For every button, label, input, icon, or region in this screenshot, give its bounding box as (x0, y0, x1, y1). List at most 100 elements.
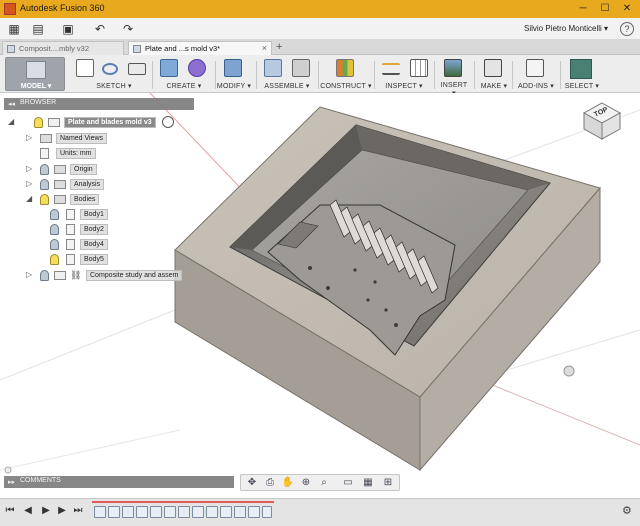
timeline-feature-combine-icon[interactable] (220, 506, 232, 518)
tree-root[interactable]: ◢ Plate and blades mold v3 (8, 116, 188, 129)
data-panel-grid-icon[interactable]: ▦ (6, 21, 22, 37)
collapse-panel-icon[interactable]: ◂◂ (8, 100, 15, 108)
timeline-feature-extrude-icon[interactable] (150, 506, 162, 518)
rectangle-icon[interactable] (128, 63, 146, 75)
minimize-button[interactable]: ─ (576, 2, 590, 15)
visibility-bulb-icon[interactable] (40, 270, 49, 281)
create-sketch-icon[interactable] (76, 59, 94, 77)
timeline-feature-extrude-icon[interactable] (108, 506, 120, 518)
assemble-menu[interactable]: ASSEMBLE ▾ (262, 82, 312, 90)
select-cursor-icon[interactable] (570, 59, 592, 79)
visibility-bulb-icon[interactable] (50, 239, 59, 250)
tree-item-body5[interactable]: Body5 (50, 253, 180, 266)
browser-panel-header[interactable]: ◂◂ BROWSER (4, 98, 194, 110)
tree-item-origin[interactable]: ▷ Origin (26, 163, 186, 176)
timeline-marker[interactable] (92, 501, 274, 503)
expand-arrow-icon[interactable]: ▷ (26, 270, 32, 279)
construct-menu[interactable]: CONSTRUCT ▾ (320, 82, 372, 90)
viewcube[interactable]: TOP (582, 101, 622, 141)
extrude-icon[interactable] (160, 59, 178, 77)
spline-icon[interactable] (102, 63, 118, 75)
timeline-feature-combine-icon[interactable] (178, 506, 190, 518)
user-account-menu[interactable]: Silvio Pietro Monticelli ▾ (524, 24, 608, 33)
play-icon[interactable]: ▶ (40, 504, 52, 518)
create-menu[interactable]: CREATE ▾ (160, 82, 208, 90)
timeline-feature-extrude-icon[interactable] (122, 506, 134, 518)
joint-icon[interactable] (292, 59, 310, 77)
viewports-icon[interactable]: ⊞ (381, 476, 395, 490)
select-menu[interactable]: SELECT ▾ (562, 82, 602, 90)
modify-menu[interactable]: MODIFY ▾ (214, 82, 254, 90)
maximize-button[interactable]: ☐ (598, 2, 612, 15)
save-icon[interactable]: ▣ (60, 21, 76, 37)
expand-panel-icon[interactable]: ▸▸ (8, 478, 15, 486)
tree-item-bodies[interactable]: ◢ Bodies (26, 193, 186, 206)
timeline-feature-extrude-icon[interactable] (164, 506, 176, 518)
sketch-menu[interactable]: SKETCH ▾ (84, 82, 144, 90)
visibility-bulb-icon[interactable] (34, 117, 43, 128)
step-back-icon[interactable]: ◀ (22, 504, 34, 518)
go-to-end-icon[interactable]: ⏭ (72, 504, 84, 518)
pan-hand-icon[interactable]: ✋ (281, 476, 295, 490)
fit-zoom-icon[interactable]: ⌕ (317, 476, 331, 490)
timeline-features[interactable] (92, 501, 274, 523)
make-menu[interactable]: MAKE ▾ (478, 82, 510, 90)
tree-item-named-views[interactable]: ▷ Named Views (26, 132, 186, 145)
offset-plane-icon[interactable] (336, 59, 354, 77)
tree-item-analysis[interactable]: ▷ Analysis (26, 178, 186, 191)
timeline-feature-component-icon[interactable] (136, 506, 148, 518)
timeline-settings-gear-icon[interactable]: ⚙ (622, 504, 632, 517)
tab-composite-assembly[interactable]: Composit....mbly v32 (2, 41, 124, 55)
visibility-bulb-icon[interactable] (40, 194, 49, 205)
new-tab-icon[interactable]: + (276, 41, 282, 53)
form-sphere-icon[interactable] (188, 59, 206, 77)
look-at-icon[interactable]: ⎙ (263, 476, 277, 490)
step-forward-icon[interactable]: ▶ (56, 504, 68, 518)
timeline-feature-sketch-icon[interactable] (192, 506, 204, 518)
tab-plate-and-blades-mold[interactable]: Plate and ...s mold v3* × (128, 41, 272, 55)
press-pull-icon[interactable] (224, 59, 242, 77)
addins-menu[interactable]: ADD-INS ▾ (516, 82, 556, 90)
help-icon[interactable]: ? (620, 22, 634, 36)
expand-arrow-icon[interactable]: ▷ (26, 164, 32, 173)
grid-settings-icon[interactable]: ▦ (361, 476, 375, 490)
tree-item-body4[interactable]: Body4 (50, 238, 180, 251)
visibility-bulb-icon[interactable] (50, 224, 59, 235)
workspace-switcher-button[interactable]: MODEL ▾ (5, 57, 65, 91)
scripts-addins-icon[interactable] (526, 59, 544, 77)
tree-item-units[interactable]: Units: mm (26, 147, 186, 160)
expand-arrow-icon[interactable]: ▷ (26, 179, 32, 188)
measure-icon[interactable] (382, 63, 400, 75)
close-tab-icon[interactable]: × (262, 42, 267, 55)
activate-component-icon[interactable] (162, 116, 174, 128)
close-button[interactable]: ✕ (620, 2, 634, 15)
visibility-bulb-icon[interactable] (50, 209, 59, 220)
collapse-arrow-icon[interactable]: ◢ (8, 117, 14, 126)
comments-panel-header[interactable]: ▸▸ COMMENTS (4, 476, 234, 488)
tree-item-composite-study[interactable]: ▷ ⛓ Composite study and assem (26, 269, 196, 282)
visibility-bulb-icon[interactable] (40, 179, 49, 190)
visibility-bulb-icon[interactable] (40, 164, 49, 175)
expand-arrow-icon[interactable]: ▷ (26, 133, 32, 142)
timeline-feature-sketch-icon[interactable] (94, 506, 106, 518)
orbit-icon[interactable]: ✥ (245, 476, 259, 490)
timeline-feature-extrude-icon[interactable] (206, 506, 218, 518)
go-to-start-icon[interactable]: ⏮ (4, 504, 16, 518)
zoom-icon[interactable]: ⊕ (299, 476, 313, 490)
new-component-icon[interactable] (264, 59, 282, 77)
file-menu-icon[interactable]: ▤ (30, 21, 46, 37)
3d-print-icon[interactable] (484, 59, 502, 77)
section-analysis-icon[interactable] (410, 59, 428, 77)
tree-item-body1[interactable]: Body1 (50, 208, 180, 221)
inspect-menu[interactable]: INSPECT ▾ (384, 82, 424, 90)
timeline-feature-extrude-icon[interactable] (248, 506, 260, 518)
visibility-bulb-icon[interactable] (50, 254, 59, 265)
undo-icon[interactable]: ↶ (92, 21, 108, 37)
redo-icon[interactable]: ↷ (120, 21, 136, 37)
insert-canvas-icon[interactable] (444, 59, 462, 77)
timeline-feature-move-icon[interactable] (234, 506, 246, 518)
timeline-feature-combine-icon[interactable] (262, 506, 272, 518)
collapse-arrow-icon[interactable]: ◢ (26, 194, 32, 203)
display-settings-icon[interactable]: ▭ (341, 476, 355, 490)
tree-item-body2[interactable]: Body2 (50, 223, 180, 236)
